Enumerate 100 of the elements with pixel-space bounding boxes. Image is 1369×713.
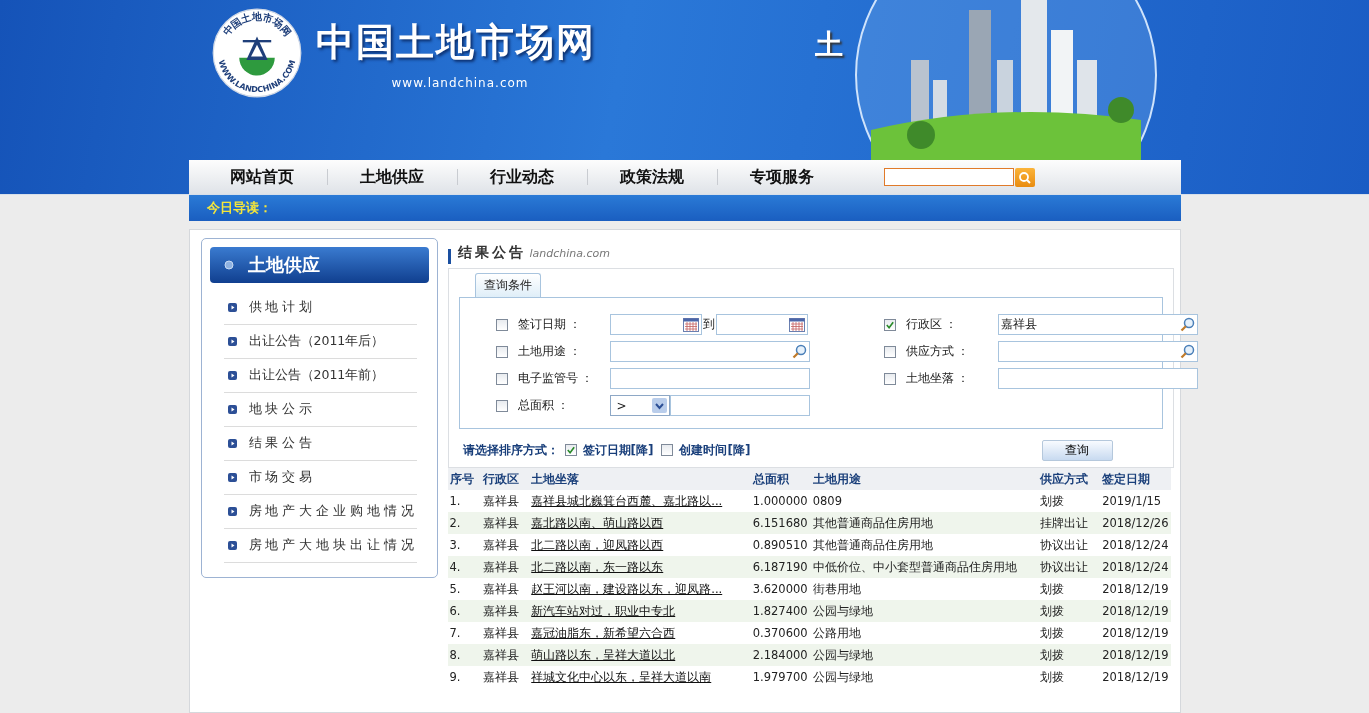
table-cell: 6. bbox=[447, 600, 482, 622]
input-field[interactable] bbox=[997, 368, 1198, 389]
bullet-icon bbox=[227, 405, 237, 414]
field-label: 电子监管号 ： bbox=[517, 370, 595, 387]
bullet-icon bbox=[227, 541, 237, 550]
table-cell: 2018/12/19 bbox=[1100, 578, 1171, 600]
table-cell: 挂牌出让 bbox=[1038, 512, 1101, 534]
nav-link[interactable]: 专项服务 bbox=[726, 162, 838, 192]
bullet-icon bbox=[227, 439, 237, 448]
nav-link[interactable]: 行业动态 bbox=[466, 162, 578, 192]
lookup-field[interactable] bbox=[609, 341, 810, 362]
table-cell: 2. bbox=[447, 512, 482, 534]
table-cell: 嘉祥县 bbox=[481, 622, 530, 644]
column-header: 土地用途 bbox=[810, 468, 1039, 490]
checkbox[interactable] bbox=[495, 318, 508, 331]
sidebar-item[interactable]: 地 块 公 示 bbox=[223, 393, 417, 427]
table-cell: 嘉祥县 bbox=[481, 556, 530, 578]
date-field[interactable] bbox=[715, 314, 808, 335]
calendar-icon[interactable] bbox=[788, 317, 805, 332]
nav-link[interactable]: 政策法规 bbox=[596, 162, 708, 192]
table-cell: 2018/12/19 bbox=[1100, 622, 1171, 644]
nav-link[interactable]: 土地供应 bbox=[336, 162, 448, 192]
parcel-link[interactable]: 嘉祥县城北巍箕台西麓、嘉北路以... bbox=[531, 493, 723, 508]
checkbox[interactable] bbox=[883, 372, 896, 385]
sidebar-item[interactable]: 房 地 产 大 企 业 购 地 情 况 bbox=[223, 495, 417, 529]
table-cell: 划拨 bbox=[1038, 644, 1101, 666]
checkbox[interactable] bbox=[883, 345, 896, 358]
table-cell: 嘉祥县 bbox=[481, 512, 530, 534]
table-cell: 街巷用地 bbox=[810, 578, 1039, 600]
table-cell: 1.827400 bbox=[750, 600, 811, 622]
lookup-field[interactable] bbox=[997, 341, 1198, 362]
table-cell: 5. bbox=[447, 578, 482, 600]
sort-option-label: 签订日期[降] bbox=[582, 441, 654, 459]
table-cell: 6.151680 bbox=[750, 512, 811, 534]
section-subtitle: landchina.com bbox=[529, 247, 611, 260]
search-field[interactable] bbox=[883, 168, 1014, 186]
parcel-link[interactable]: 北二路以南，迎凤路以西 bbox=[531, 537, 664, 552]
search-button[interactable] bbox=[1014, 167, 1035, 187]
operator-select[interactable]: > bbox=[609, 395, 670, 416]
table-cell: 2018/12/19 bbox=[1100, 600, 1171, 622]
table-cell: 2018/12/19 bbox=[1100, 644, 1171, 666]
table-cell: 6.187190 bbox=[750, 556, 811, 578]
sidebar-item[interactable]: 出让公告（2011年后） bbox=[223, 325, 417, 359]
table-cell: 公园与绿地 bbox=[810, 600, 1039, 622]
parcel-link[interactable]: 赵王河以南，建设路以东，迎凤路... bbox=[531, 581, 723, 596]
bullet-icon bbox=[227, 337, 237, 346]
sidebar-item[interactable]: 供 地 计 划 bbox=[223, 291, 417, 325]
bullet-icon bbox=[227, 507, 237, 516]
sidebar-item[interactable]: 房 地 产 大 地 块 出 让 情 况 bbox=[223, 529, 417, 563]
range-separator: 到 bbox=[702, 316, 715, 333]
table-cell: 嘉祥县 bbox=[481, 600, 530, 622]
table-cell: 4. bbox=[447, 556, 482, 578]
table-cell: 8. bbox=[447, 644, 482, 666]
checkbox[interactable] bbox=[564, 444, 577, 456]
field-label: 总面积 ： bbox=[517, 397, 571, 414]
column-header: 总面积 bbox=[750, 468, 811, 490]
input-field[interactable] bbox=[669, 395, 810, 416]
search-icon[interactable] bbox=[791, 344, 807, 359]
table-cell: 嘉祥县 bbox=[481, 644, 530, 666]
checkbox[interactable] bbox=[883, 318, 896, 331]
checkbox[interactable] bbox=[495, 399, 508, 412]
table-cell: 1.979700 bbox=[750, 666, 811, 688]
bullet-icon bbox=[227, 371, 237, 380]
field-label: 供应方式 ： bbox=[905, 343, 971, 360]
checkbox[interactable] bbox=[661, 444, 674, 456]
table-cell: 中低价位、中小套型普通商品住房用地 bbox=[810, 556, 1039, 578]
table-cell: 1. bbox=[447, 490, 482, 512]
calendar-icon[interactable] bbox=[682, 317, 699, 332]
parcel-link[interactable]: 祥城文化中心以东，呈祥大道以南 bbox=[531, 669, 712, 684]
sort-option-label: 创建时间[降] bbox=[679, 441, 751, 459]
field-label: 土地坐落 ： bbox=[905, 370, 971, 387]
table-cell: 协议出让 bbox=[1038, 556, 1101, 578]
table-cell: 划拨 bbox=[1038, 490, 1101, 512]
input-field[interactable] bbox=[609, 368, 810, 389]
query-tab[interactable]: 查询条件 bbox=[474, 273, 541, 297]
checkbox[interactable] bbox=[495, 372, 508, 385]
parcel-link[interactable]: 嘉冠油脂东，新希望六合西 bbox=[531, 625, 676, 640]
table-cell: 协议出让 bbox=[1038, 534, 1101, 556]
table-cell: 划拨 bbox=[1038, 666, 1101, 688]
site-title: 中国土地市场网 bbox=[315, 19, 596, 66]
field-label: 土地用途 ： bbox=[517, 343, 583, 360]
search-icon[interactable] bbox=[1179, 317, 1195, 332]
sidebar-title: 土地供应 bbox=[247, 253, 320, 277]
nav-link[interactable]: 网站首页 bbox=[206, 162, 318, 192]
site-url: www.landchina.com bbox=[391, 76, 529, 90]
table-cell: 0.890510 bbox=[750, 534, 811, 556]
table-cell: 2019/1/15 bbox=[1100, 490, 1171, 512]
table-cell: 3. bbox=[447, 534, 482, 556]
query-button[interactable]: 查询 bbox=[1041, 439, 1113, 461]
table-cell: 2.184000 bbox=[750, 644, 811, 666]
search-icon[interactable] bbox=[1179, 344, 1195, 359]
lookup-field[interactable]: 嘉祥县 bbox=[997, 314, 1198, 335]
sidebar-item[interactable]: 结 果 公 告 bbox=[223, 427, 417, 461]
checkbox[interactable] bbox=[495, 345, 508, 358]
table-cell: 2018/12/24 bbox=[1100, 556, 1171, 578]
sidebar-item[interactable]: 出让公告（2011年前） bbox=[223, 359, 417, 393]
date-field[interactable] bbox=[609, 314, 702, 335]
field-label: 行政区 ： bbox=[905, 316, 959, 333]
sidebar-item[interactable]: 市 场 交 易 bbox=[223, 461, 417, 495]
table-cell: 嘉祥县 bbox=[481, 666, 530, 688]
